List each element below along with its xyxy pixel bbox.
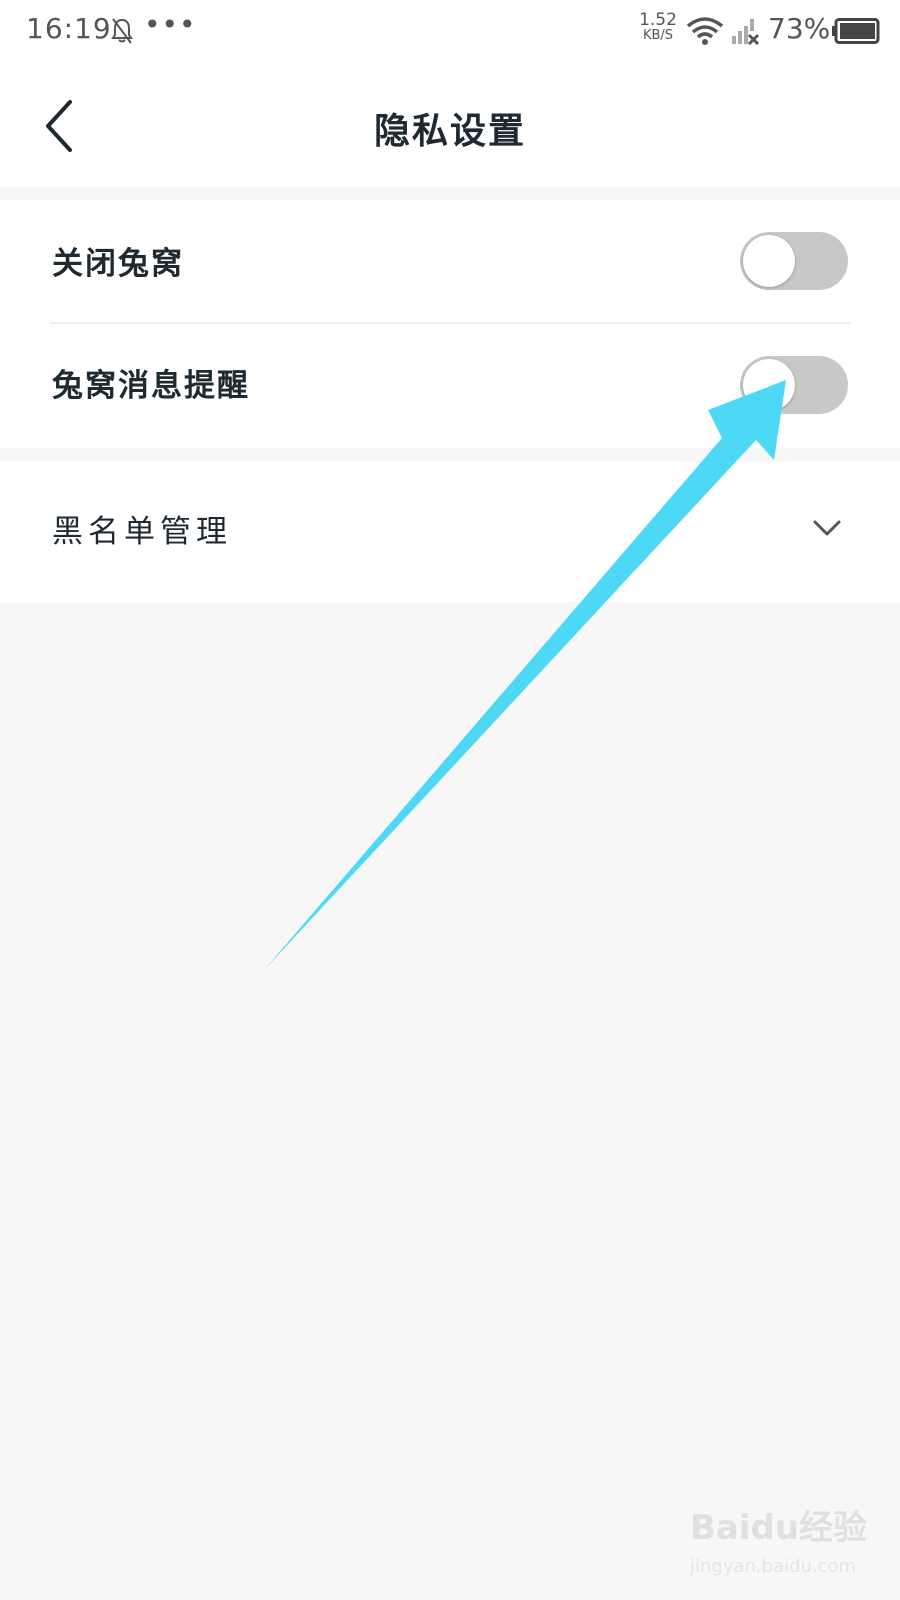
watermark-main: Baidu经验 xyxy=(690,1508,868,1548)
status-time: 16:19 xyxy=(26,12,112,45)
toggle-knob xyxy=(743,359,795,411)
wifi-icon xyxy=(686,17,724,45)
chevron-down-icon xyxy=(813,520,841,536)
status-more-dots: ••• xyxy=(144,8,197,41)
setting-row-close-burrow: 关闭兔窝 xyxy=(0,200,900,322)
watermark-sub: jingyan.baidu.com xyxy=(690,1556,857,1577)
close-burrow-toggle[interactable] xyxy=(740,232,848,290)
battery-percent: 73% xyxy=(768,12,831,45)
network-speed-value: 1.52 xyxy=(639,10,677,30)
setting-row-burrow-message-reminder: 兔窝消息提醒 xyxy=(0,324,900,448)
settings-group-blacklist: 黑名单管理 xyxy=(0,462,900,602)
setting-label-close-burrow: 关闭兔窝 xyxy=(52,246,184,282)
baidu-jingyan-watermark: Baidu经验 jingyan.baidu.com xyxy=(690,1500,867,1590)
bell-off-icon xyxy=(111,18,133,44)
network-speed: 1.52 KB/S xyxy=(636,12,680,44)
status-bar: 16:19 ••• 1.52 KB/S 73% xyxy=(0,0,900,62)
toggle-knob xyxy=(743,235,795,287)
burrow-message-reminder-toggle[interactable] xyxy=(740,356,848,414)
cellular-signal-off-icon xyxy=(732,19,760,46)
page-title: 隐私设置 xyxy=(373,111,526,152)
setting-row-blacklist[interactable]: 黑名单管理 xyxy=(0,462,900,602)
battery-icon xyxy=(832,18,880,44)
settings-group-burrow: 关闭兔窝 兔窝消息提醒 xyxy=(0,200,900,448)
header-bar: 隐私设置 xyxy=(0,62,900,186)
setting-label-burrow-message-reminder: 兔窝消息提醒 xyxy=(52,368,250,404)
setting-label-blacklist: 黑名单管理 xyxy=(52,514,232,550)
network-speed-unit: KB/S xyxy=(642,28,674,43)
